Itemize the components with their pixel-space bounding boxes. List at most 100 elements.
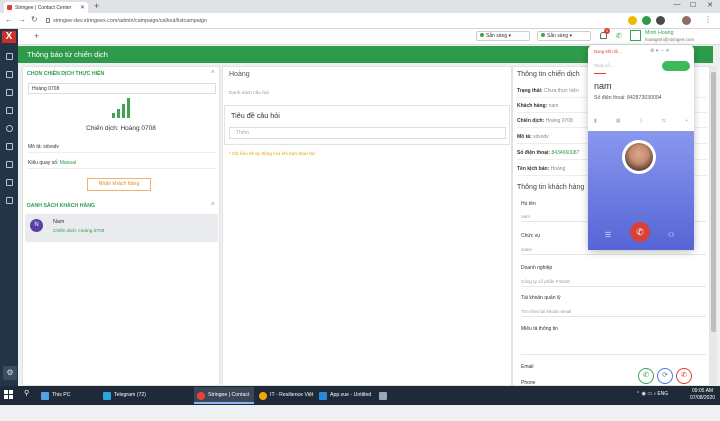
field-label: Họ tên: [521, 201, 536, 207]
folder-icon: [41, 392, 49, 400]
telegram-icon: [103, 392, 111, 400]
back-icon[interactable]: ←: [5, 15, 13, 24]
home-icon[interactable]: [6, 53, 13, 60]
call-toggle[interactable]: [662, 61, 690, 71]
inbox-icon[interactable]: [6, 197, 13, 204]
url-bar[interactable]: stringee-dev.stringeex.com/admin/campaig…: [46, 16, 606, 26]
caller-number: Số điện thoại: 842873030094: [594, 95, 662, 101]
widget-controls-icon[interactable]: ⚙ ▾ – ✕: [650, 48, 670, 54]
callout-icon[interactable]: [6, 143, 13, 150]
customer-list-heading: DANH SÁCH KHÁCH HÀNG: [27, 203, 96, 209]
call-tools: ▮ ▦ ▯ ⇆ +: [594, 118, 688, 124]
system-tray[interactable]: ⌃ ◉ ▭ ♪ ENG: [636, 391, 668, 397]
user-email: hoangmh@stringee.com: [645, 37, 695, 42]
profile-avatar[interactable]: [682, 16, 691, 25]
reload-icon[interactable]: ↻: [31, 15, 38, 24]
question-list-label: Danh sách câu hỏi: [229, 91, 269, 96]
caller-photo: [622, 140, 656, 174]
taskbar-clock[interactable]: 09:05 AM 07/08/2020: [690, 388, 715, 402]
script-title: Hoàng: [229, 71, 250, 78]
question-answer-input[interactable]: Thêm: [229, 127, 506, 139]
report-icon[interactable]: [6, 71, 13, 78]
hangup-fab-icon[interactable]: ✆: [676, 368, 692, 384]
windows-start-icon[interactable]: [4, 390, 14, 400]
taskbar-item-active[interactable]: Stringee | Contact ...: [194, 387, 254, 415]
stringee-favicon-icon: [7, 5, 12, 10]
maximize-window-button[interactable]: ☐: [686, 1, 700, 9]
customer-info-title: Thông tin khách hàng: [517, 184, 585, 191]
call-status-select[interactable]: Sẵn sàng ▾: [537, 31, 591, 41]
user-avatar[interactable]: [630, 30, 641, 41]
company-field[interactable]: Công ty cổ phần Fmsoft: [521, 279, 706, 287]
taskbar-item[interactable]: [376, 387, 394, 404]
extension-icon[interactable]: [642, 16, 651, 25]
campaign-info-title: Thông tin chiến dịch: [517, 71, 580, 78]
hold-icon[interactable]: ▯: [640, 118, 643, 124]
chevron-up-icon[interactable]: ˄: [211, 70, 215, 76]
close-window-button[interactable]: ✕: [703, 1, 717, 9]
keypad-icon[interactable]: ▦: [616, 118, 621, 124]
dial-type-value: Manual: [59, 160, 77, 166]
taskbar-item[interactable]: This PC: [38, 387, 98, 404]
dial-number-input[interactable]: Nhập số...: [594, 63, 613, 68]
account-manager-field[interactable]: Tìm theo tài khoản email: [521, 309, 706, 317]
app-icon: [379, 392, 387, 400]
chrome-icon: [197, 392, 205, 400]
user-name: Minh Hoang: [645, 30, 674, 36]
settings-gear-icon[interactable]: ⚙: [3, 366, 17, 380]
extension-icon-2[interactable]: [656, 16, 665, 25]
search-icon[interactable]: ⚲: [24, 389, 29, 397]
dial-type-row: Kiểu quay số: Manual: [28, 157, 216, 169]
contacts-icon[interactable]: [6, 89, 13, 96]
url-text: stringee-dev.stringeex.com/admin/campaig…: [53, 18, 207, 24]
field-label: Tài khoản quản lý: [521, 295, 561, 301]
stringee-logo[interactable]: X: [2, 31, 16, 43]
list-icon[interactable]: [6, 179, 13, 186]
add-call-icon[interactable]: +: [685, 118, 688, 124]
clock-icon[interactable]: [6, 125, 13, 132]
agent-status-select[interactable]: Sẵn sàng ▾: [476, 31, 530, 41]
field-label: Chức vụ: [521, 233, 540, 239]
customer-name: Nam: [53, 219, 65, 225]
vscode-icon: [319, 392, 327, 400]
taskbar-item[interactable]: IT - Resilience Việt ...: [256, 387, 314, 415]
browser-tab-bar: [0, 0, 720, 13]
add-icon[interactable]: +: [34, 31, 39, 41]
get-customers-button[interactable]: Nhận khách hàng: [87, 178, 151, 191]
chart-icon[interactable]: [6, 161, 13, 168]
forward-icon[interactable]: →: [18, 15, 26, 24]
field-label: Miêu tả thông tin: [521, 326, 558, 332]
browser-menu-icon[interactable]: ⋮: [704, 15, 712, 24]
field-label: Email: [521, 364, 534, 370]
transfer-fab-icon[interactable]: ⟳: [657, 368, 673, 384]
close-tab-icon[interactable]: ✕: [80, 4, 85, 11]
taskbar-item[interactable]: App.vue - Untitled ...: [316, 387, 374, 415]
chrome-icon: [259, 392, 267, 400]
browser-tab[interactable]: Stringee | Contact Center ✕: [4, 2, 88, 13]
menu-icon[interactable]: ☰: [605, 231, 611, 239]
lock-icon: [46, 18, 50, 23]
chevron-up-icon[interactable]: ˄: [211, 202, 215, 208]
phone-icon[interactable]: ✆: [616, 32, 622, 40]
minimize-window-button[interactable]: —: [670, 1, 684, 8]
star-icon[interactable]: [628, 16, 637, 25]
customer-campaign: Chiến dịch: Hoàng 0708: [53, 229, 105, 234]
taskbar-item[interactable]: Telegram (72): [100, 387, 192, 404]
customer-avatar: N: [30, 219, 43, 232]
user-icon[interactable]: ⚇: [668, 231, 674, 239]
end-call-button[interactable]: ✆: [630, 222, 650, 242]
tag-icon[interactable]: [6, 107, 13, 114]
transfer-icon[interactable]: ⇆: [662, 118, 666, 124]
description-value: sdvsdv: [43, 144, 59, 150]
new-tab-button[interactable]: +: [94, 1, 99, 11]
description-row: Mô tả: sdvsdv: [28, 141, 216, 153]
select-campaign-heading: CHỌN CHIẾN DỊCH THỰC HIỆN: [27, 71, 105, 77]
description-field[interactable]: [521, 340, 706, 355]
scrollbar-thumb[interactable]: [711, 72, 716, 332]
sidebar-rail: [0, 29, 18, 386]
mute-icon[interactable]: ▮: [594, 118, 597, 124]
campaign-select[interactable]: Hoàng 0708: [28, 83, 216, 94]
signal-bars-icon: [112, 98, 132, 118]
campaign-name: Chiến dịch: Hoàng 0708: [86, 125, 156, 132]
call-fab-icon[interactable]: ✆: [638, 368, 654, 384]
